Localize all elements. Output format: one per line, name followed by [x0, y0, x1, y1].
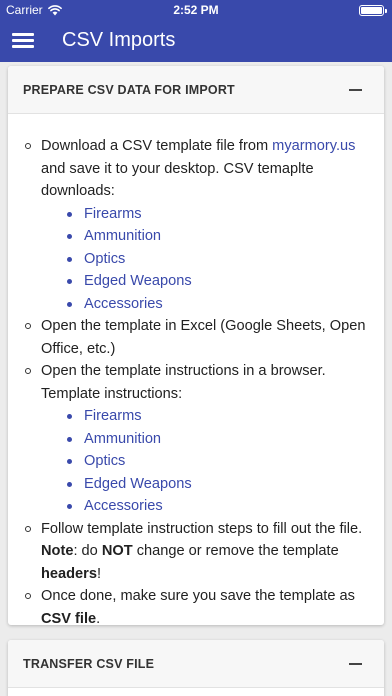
note-label: Note	[41, 543, 74, 559]
instructions-firearms-link[interactable]: Firearms	[84, 408, 142, 424]
step-follow-text: Follow template instruction steps to fil…	[41, 520, 363, 537]
prepare-csv-title: PREPARE CSV DATA FOR IMPORT	[23, 83, 235, 97]
app-bar: CSV Imports	[0, 20, 392, 62]
step-download-text: Download a CSV template file from	[41, 138, 273, 154]
instructions-edged-weapons-link[interactable]: Edged Weapons	[84, 476, 192, 492]
step-open-template: Open the template in Excel (Google Sheet…	[22, 315, 370, 360]
csv-file-emphasis: CSV file	[41, 610, 97, 626]
download-edged-weapons-link[interactable]: Edged Weapons	[84, 273, 192, 289]
transfer-csv-header[interactable]: TRANSFER CSV FILE	[8, 640, 384, 688]
step-download-text-cont: and save it to your desktop. CSV temaplt…	[41, 160, 314, 200]
download-firearms-link[interactable]: Firearms	[84, 206, 142, 222]
step-save-text-end: .	[96, 610, 101, 626]
status-bar: Carrier 2:52 PM	[0, 0, 392, 20]
step-follow-text-2: : do	[73, 543, 102, 559]
steps-list: Download a CSV template file from myarmo…	[22, 135, 370, 625]
status-time: 2:52 PM	[173, 3, 219, 17]
download-ammunition-link[interactable]: Ammunition	[84, 228, 161, 244]
collapse-icon[interactable]	[349, 89, 362, 91]
step-save-csv: Once done, make sure you save the templa…	[22, 585, 370, 625]
myarmory-link[interactable]: myarmory.us	[272, 138, 355, 154]
prepare-csv-card: PREPARE CSV DATA FOR IMPORT Download a C…	[8, 66, 384, 625]
prepare-csv-body: Download a CSV template file from myarmo…	[8, 114, 384, 625]
instructions-accessories-link[interactable]: Accessories	[84, 498, 163, 514]
headers-emphasis: headers	[41, 565, 97, 582]
collapse-icon[interactable]	[349, 663, 362, 665]
battery-icon	[359, 5, 387, 16]
template-instructions-list: Firearms Ammunition Optics Edged Weapons…	[41, 405, 370, 518]
instructions-optics-link[interactable]: Optics	[84, 453, 125, 469]
hamburger-menu-icon[interactable]	[12, 32, 36, 50]
page-title: CSV Imports	[62, 29, 176, 51]
step-follow-text-4: !	[96, 565, 102, 582]
download-optics-link[interactable]: Optics	[84, 251, 125, 267]
transfer-csv-card: TRANSFER CSV FILE	[8, 640, 384, 696]
prepare-csv-header[interactable]: PREPARE CSV DATA FOR IMPORT	[8, 66, 384, 114]
step-open-template-text: Open the template in Excel (Google Sheet…	[41, 318, 366, 357]
step-download: Download a CSV template file from myarmo…	[22, 135, 370, 315]
not-emphasis: NOT	[101, 543, 133, 559]
step-open-instructions: Open the template instructions in a brow…	[22, 360, 370, 518]
download-accessories-link[interactable]: Accessories	[84, 296, 163, 312]
instructions-ammunition-link[interactable]: Ammunition	[84, 431, 161, 447]
step-save-text: Once done, make sure you save the templa…	[41, 588, 355, 604]
template-downloads-list: Firearms Ammunition Optics Edged Weapons…	[41, 203, 370, 316]
step-follow-text-3: change or remove the template	[132, 543, 339, 559]
step-follow-instructions: Follow template instruction steps to fil…	[22, 518, 370, 586]
transfer-csv-title: TRANSFER CSV FILE	[23, 657, 155, 671]
step-open-instructions-text: Open the template instructions in a brow…	[41, 363, 326, 402]
